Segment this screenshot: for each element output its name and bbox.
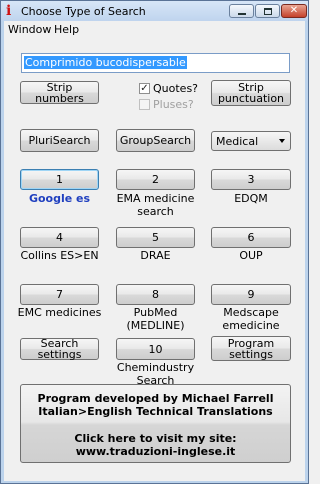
search-slot-2-button[interactable]: 2	[116, 169, 195, 190]
chevron-down-icon	[279, 139, 285, 143]
slot-5-caption: DRAE	[140, 249, 171, 262]
program-settings-label-2: settings	[229, 347, 273, 361]
slot-4-caption: Collins ES>EN	[20, 249, 99, 262]
strip-punctuation-label-2: punctuation	[217, 92, 285, 105]
close-button[interactable]: ✕	[281, 4, 307, 18]
title-bar[interactable]: i Choose Type of Search ✕	[1, 1, 308, 21]
maximize-icon	[263, 7, 272, 15]
search-slot-6-button[interactable]: 6	[211, 227, 291, 248]
search-slot-4-button[interactable]: 4	[20, 227, 99, 248]
search-settings-button[interactable]: Search settings	[20, 338, 99, 360]
strip-numbers-button[interactable]: Strip numbers	[20, 81, 99, 104]
pluses-checkbox-row[interactable]: Pluses?	[139, 98, 194, 111]
slot-number: 4	[56, 231, 63, 244]
program-settings-label-1: Program	[227, 336, 275, 350]
program-settings-button[interactable]: Program settings	[211, 336, 291, 361]
search-slot-9-button[interactable]: 9	[211, 284, 291, 305]
slot-number: 7	[56, 288, 63, 301]
slot-6-caption: OUP	[239, 249, 263, 262]
quotes-checkbox[interactable]: ✓	[139, 83, 150, 94]
slot-number: 1	[56, 173, 63, 186]
app-window: i Choose Type of Search ✕ Window Help Co…	[0, 0, 309, 484]
search-input-value: Comprimido bucodispersable	[24, 56, 187, 69]
search-slot-7-button[interactable]: 7	[20, 284, 99, 305]
close-icon: ✕	[289, 5, 299, 16]
search-slot-1-button[interactable]: 1	[20, 169, 99, 190]
search-slot-10-button[interactable]: 10	[116, 338, 195, 360]
slot-number: 9	[247, 288, 255, 301]
slot-9-caption-line2: emedicine	[222, 319, 280, 332]
slot-number: 2	[152, 173, 159, 186]
visit-site-button[interactable]: Program developed by Michael Farrell Ita…	[20, 384, 291, 463]
slot-2-caption-line1: EMA medicine	[116, 192, 195, 205]
pluses-checkbox[interactable]	[139, 99, 150, 110]
category-select[interactable]: Medical	[211, 131, 291, 151]
maximize-button[interactable]	[255, 4, 280, 18]
about-visit-prompt: Click here to visit my site:	[74, 432, 237, 445]
slot-7-caption: EMC medicines	[17, 306, 102, 319]
app-info-icon[interactable]: i	[6, 4, 16, 18]
search-slot-3-button[interactable]: 3	[211, 169, 291, 190]
search-slot-5-button[interactable]: 5	[116, 227, 195, 248]
slot-10-caption-line1: Chemindustry	[116, 361, 195, 374]
about-company: Italian>English Technical Translations	[38, 405, 273, 418]
menu-bar: Window Help	[4, 21, 305, 38]
groupsearch-button[interactable]: GroupSearch	[116, 129, 195, 152]
slot-9-caption-line1: Medscape	[223, 306, 279, 319]
window-title: Choose Type of Search	[21, 5, 146, 18]
pluses-label: Pluses?	[153, 98, 194, 111]
quotes-label: Quotes?	[153, 82, 199, 95]
slot-number: 10	[148, 342, 163, 356]
search-slot-8-button[interactable]: 8	[116, 284, 195, 305]
slot-1-caption: Google es	[28, 192, 91, 205]
quotes-checkbox-row[interactable]: ✓ Quotes?	[139, 82, 198, 95]
slot-number: 5	[152, 231, 159, 244]
strip-numbers-label: Strip numbers	[35, 80, 84, 105]
menu-help[interactable]: Help	[54, 23, 79, 36]
slot-8-caption-line1: PubMed	[133, 306, 178, 319]
minimize-button[interactable]	[229, 4, 254, 18]
slot-number: 3	[247, 173, 255, 186]
about-developer: Program developed by Michael Farrell	[37, 392, 274, 405]
category-select-value: Medical	[216, 134, 259, 148]
slot-8-caption-line2: (MEDLINE)	[126, 319, 185, 332]
dialog-body: Comprimido bucodispersable Strip numbers…	[4, 38, 305, 481]
groupsearch-label: GroupSearch	[119, 134, 192, 147]
slot-2-caption-line2: search	[137, 205, 174, 218]
about-website-url: www.traduzioni-inglese.it	[75, 445, 236, 458]
search-settings-label: Search settings	[37, 337, 82, 361]
slot-number: 8	[152, 288, 159, 301]
search-input[interactable]: Comprimido bucodispersable	[21, 53, 290, 73]
slot-3-caption: EDQM	[234, 192, 268, 205]
slot-number: 6	[247, 231, 255, 244]
minimize-icon	[237, 13, 246, 15]
plurisearch-button[interactable]: PluriSearch	[20, 129, 99, 152]
menu-window[interactable]: Window	[8, 23, 51, 36]
plurisearch-label: PluriSearch	[28, 134, 91, 147]
strip-punctuation-button[interactable]: Strip punctuation	[211, 80, 291, 106]
